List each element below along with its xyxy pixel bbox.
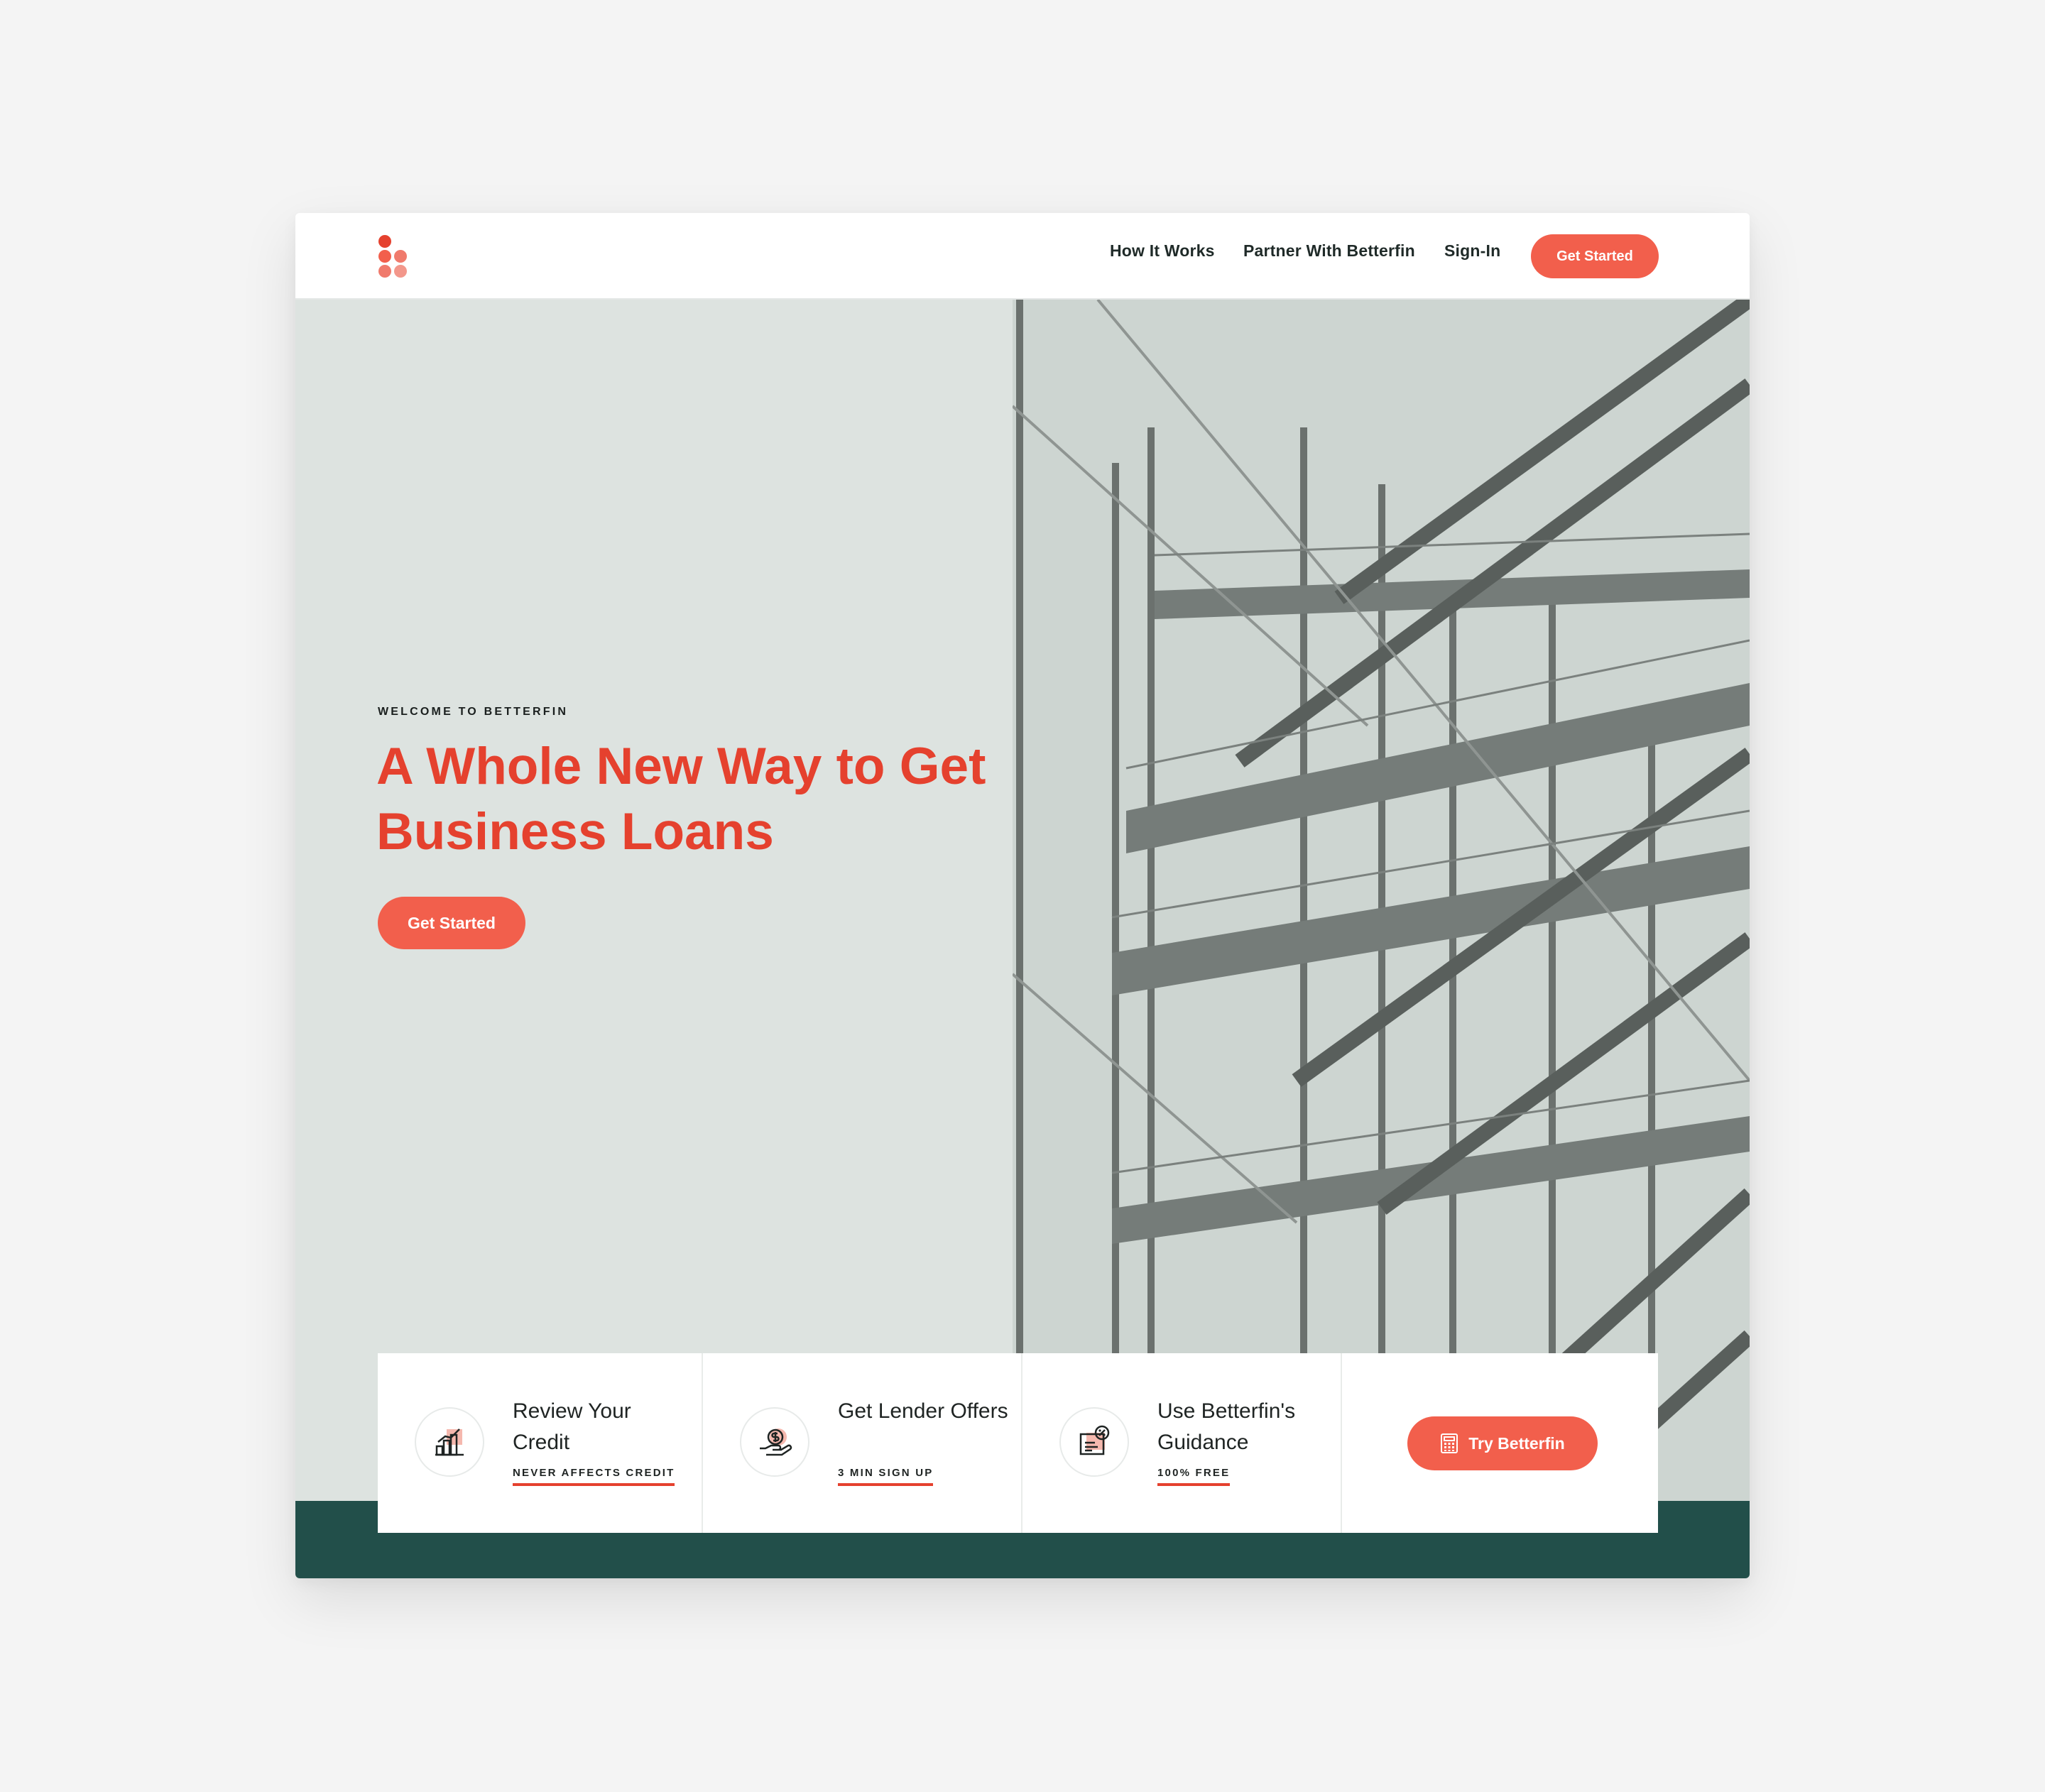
document-percent-icon xyxy=(1059,1407,1129,1477)
headline-line-1: A Whole New Way to Get xyxy=(376,738,986,795)
header-get-started-button[interactable]: Get Started xyxy=(1531,234,1659,278)
hero-get-started-button[interactable]: Get Started xyxy=(378,897,525,949)
step-tag: 100% FREE xyxy=(1157,1467,1231,1486)
step-lender-offers[interactable]: Get Lender Offers 3 MIN SIGN UP xyxy=(703,1353,1022,1533)
step-review-credit[interactable]: Review Your Credit NEVER AFFECTS CREDIT xyxy=(378,1353,703,1533)
headline-line-2: Business Loans xyxy=(376,803,774,861)
step-title: Use Betterfin's Guidance xyxy=(1157,1399,1296,1454)
steel-staircase-image xyxy=(1013,300,1750,1501)
step-title: Review Your Credit xyxy=(513,1399,631,1454)
try-cta-cell: Try Betterfin xyxy=(1342,1353,1658,1533)
calculator-icon xyxy=(1441,1433,1458,1453)
browser-window: How It Works Partner With Betterfin Sign… xyxy=(295,213,1750,1578)
hero-headline: A Whole New Way to Get Business Loans xyxy=(376,734,1015,865)
step-guidance[interactable]: Use Betterfin's Guidance 100% FREE xyxy=(1022,1353,1342,1533)
nav-how-it-works[interactable]: How It Works xyxy=(1110,241,1215,261)
step-tag: 3 MIN SIGN UP xyxy=(838,1467,934,1486)
steps-card: Review Your Credit NEVER AFFECTS CREDIT … xyxy=(378,1353,1658,1533)
step-tag: NEVER AFFECTS CREDIT xyxy=(513,1467,675,1486)
betterfin-logo[interactable] xyxy=(377,234,410,279)
credit-chart-icon xyxy=(415,1407,484,1477)
try-betterfin-button[interactable]: Try Betterfin xyxy=(1407,1416,1598,1470)
hero-section: WELCOME TO BETTERFIN A Whole New Way to … xyxy=(295,300,1750,1501)
hand-coin-icon xyxy=(740,1407,809,1477)
try-betterfin-label: Try Betterfin xyxy=(1468,1433,1565,1453)
nav-partner[interactable]: Partner With Betterfin xyxy=(1243,241,1415,261)
step-title: Get Lender Offers xyxy=(838,1399,1008,1423)
hero-eyebrow: WELCOME TO BETTERFIN xyxy=(378,706,569,718)
nav-sign-in[interactable]: Sign-In xyxy=(1444,241,1500,261)
site-header: How It Works Partner With Betterfin Sign… xyxy=(295,213,1750,300)
